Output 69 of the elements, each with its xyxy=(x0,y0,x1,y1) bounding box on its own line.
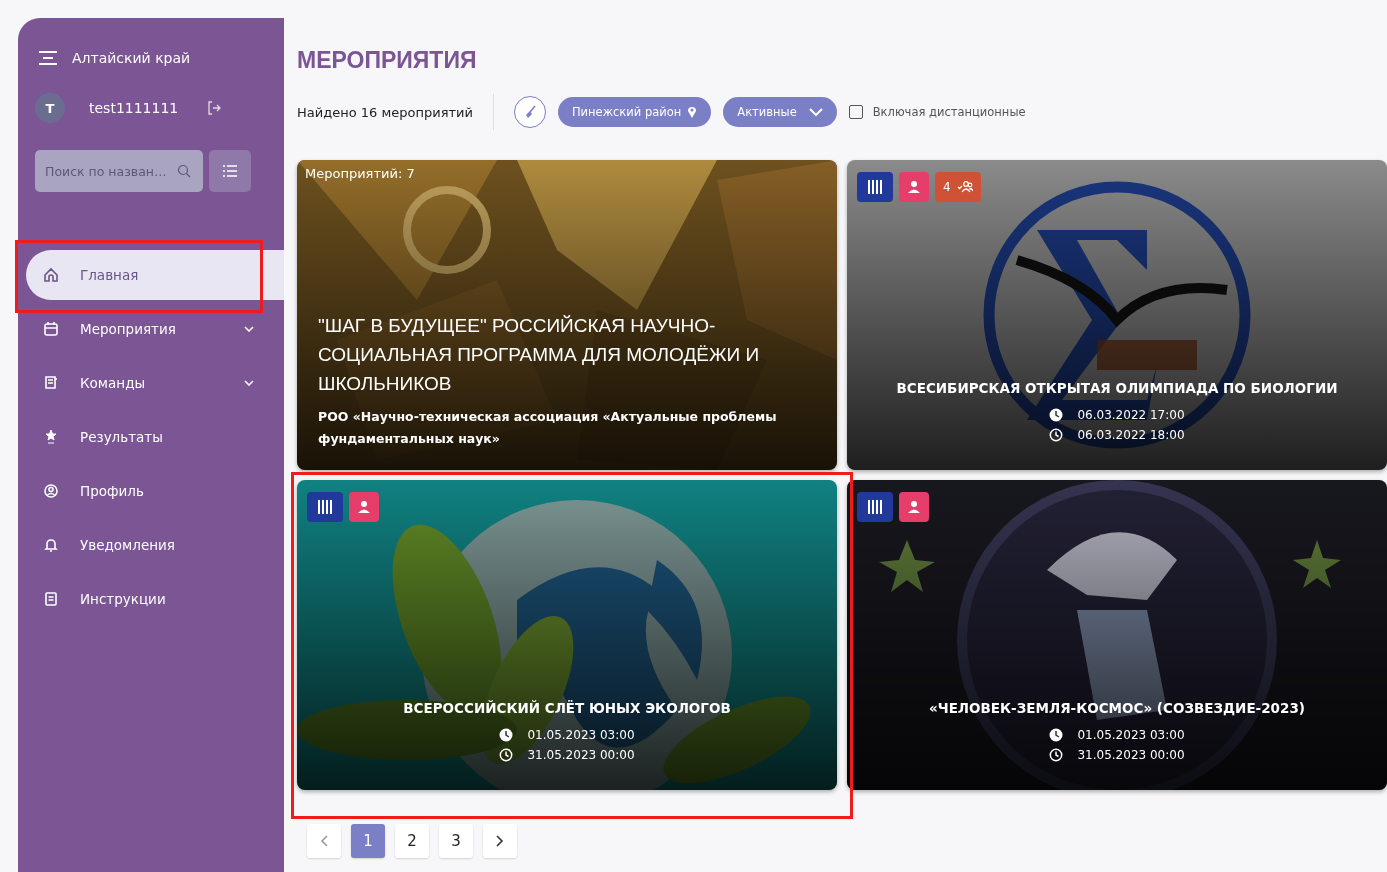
team-count-badge: 4 xyxy=(935,172,981,202)
page-button[interactable]: 2 xyxy=(395,824,429,858)
person-icon xyxy=(906,179,922,195)
nav-item[interactable]: Инструкции xyxy=(18,574,284,624)
home-icon xyxy=(42,266,60,284)
bell-icon xyxy=(42,536,60,554)
end-date: 31.05.2023 00:00 xyxy=(1077,748,1185,762)
stripes-icon xyxy=(867,499,883,515)
clock-icon xyxy=(1049,728,1064,742)
card-title: ВСЕРОССИЙСКИЙ СЛЁТ ЮНЫХ ЭКОЛОГОВ xyxy=(402,700,732,716)
start-date: 01.05.2023 03:00 xyxy=(527,728,635,742)
clock-icon xyxy=(499,748,514,762)
nav-item[interactable]: Главная xyxy=(26,250,284,300)
nav-item[interactable]: Профиль xyxy=(18,466,284,516)
person-icon xyxy=(356,499,372,515)
location-pin-icon xyxy=(687,105,698,119)
stripes-icon xyxy=(317,499,333,515)
event-group-card[interactable]: Мероприятий: 7 "ШАГ В БУДУЩЕЕ" РОССИЙСКАЯ НАУЧНО-СОЦИАЛЬНАЯ ПРОГРАММА ДЛЯ МОЛОДЁЖИ И ШКОЛЬНИКОВ РОО «Научно-техническая ассоциация «Актуальные проблемы фундаментальных наук» xyxy=(297,160,837,470)
calendar-icon xyxy=(42,320,60,338)
nav-item[interactable]: Команды xyxy=(18,358,284,408)
person-icon xyxy=(906,499,922,515)
search-field[interactable]: Поиск по назван… xyxy=(35,150,203,192)
avatar: T xyxy=(35,93,65,123)
start-date: 01.05.2023 03:00 xyxy=(1077,728,1185,742)
organizer: РОО «Научно-техническая ассоциация «Актуальные проблемы фундаментальных наук» xyxy=(318,408,778,448)
scroll-icon xyxy=(42,374,60,392)
next-page-button[interactable] xyxy=(483,824,517,858)
end-date: 06.03.2022 18:00 xyxy=(1077,428,1185,442)
page-button[interactable]: 3 xyxy=(439,824,473,858)
logout-icon[interactable] xyxy=(207,101,221,115)
clock-icon xyxy=(1049,748,1064,762)
chevron-icon xyxy=(808,108,823,116)
clock-icon xyxy=(499,728,514,742)
event-card[interactable]: ВСЕРОССИЙСКИЙ СЛЁТ ЮНЫХ ЭКОЛОГОВ 01.05.2023 03:00 31.05.2023 00:00 xyxy=(297,480,837,790)
nav-item[interactable]: Результаты xyxy=(18,412,284,462)
doc-icon xyxy=(42,590,60,608)
list-icon xyxy=(222,164,238,178)
chevron-icon[interactable] xyxy=(244,326,254,332)
status-dropdown[interactable]: Активные xyxy=(723,97,837,127)
chevron-left-icon xyxy=(320,835,328,847)
chevron-right-icon xyxy=(496,835,504,847)
results-count: Найдено 16 мероприятий xyxy=(297,104,473,120)
end-date: 31.05.2023 00:00 xyxy=(527,748,635,762)
start-date: 06.03.2022 17:00 xyxy=(1077,408,1185,422)
user-name: test1111111 xyxy=(89,100,180,116)
district-filter[interactable]: Пинежский район xyxy=(557,97,712,127)
card-title: ВСЕСИБИРСКАЯ ОТКРЫТАЯ ОЛИМПИАДА ПО БИОЛОГИИ xyxy=(895,380,1339,396)
page-title: МЕРОПРИЯТИЯ xyxy=(297,47,478,74)
stripes-icon xyxy=(867,179,883,195)
checkbox[interactable] xyxy=(848,105,863,119)
event-card[interactable]: 4 ВСЕСИБИРСКАЯ ОТКРЫТАЯ ОЛИМПИАДА ПО БИОЛОГИИ 06.03.2022 17:00 06.03.2022 18:00 xyxy=(847,160,1387,470)
card-title: «ЧЕЛОВЕК-ЗЕМЛЯ-КОСМОС» (СОЗВЕЗДИЕ-2023) xyxy=(928,700,1306,716)
nav-item[interactable]: Уведомления xyxy=(18,520,284,570)
card-title: "ШАГ В БУДУЩЕЕ" РОССИЙСКАЯ НАУЧНО-СОЦИАЛЬНАЯ ПРОГРАММА ДЛЯ МОЛОДЁЖИ И ШКОЛЬНИКОВ xyxy=(318,314,761,396)
list-button[interactable] xyxy=(209,150,251,192)
page-button[interactable]: 1 xyxy=(351,824,385,858)
profile-icon xyxy=(42,482,60,500)
checkbox-label: Включая дистанционные xyxy=(872,105,1026,119)
menu-icon[interactable] xyxy=(38,51,58,65)
event-card[interactable]: «ЧЕЛОВЕК-ЗЕМЛЯ-КОСМОС» (СОЗВЕЗДИЕ-2023) 01.05.2023 03:00 31.05.2023 00:00 xyxy=(847,480,1387,790)
group-icon xyxy=(956,180,973,194)
clear-filters-button[interactable] xyxy=(513,96,546,128)
chevron-icon[interactable] xyxy=(244,380,254,386)
search-icon xyxy=(177,164,191,178)
region-name[interactable]: Алтайский край xyxy=(72,50,191,66)
event-count: Мероприятий: 7 xyxy=(305,166,416,181)
clock-icon xyxy=(1049,428,1064,442)
clock-icon xyxy=(1049,408,1064,422)
nav-item[interactable]: Мероприятия xyxy=(18,304,284,354)
